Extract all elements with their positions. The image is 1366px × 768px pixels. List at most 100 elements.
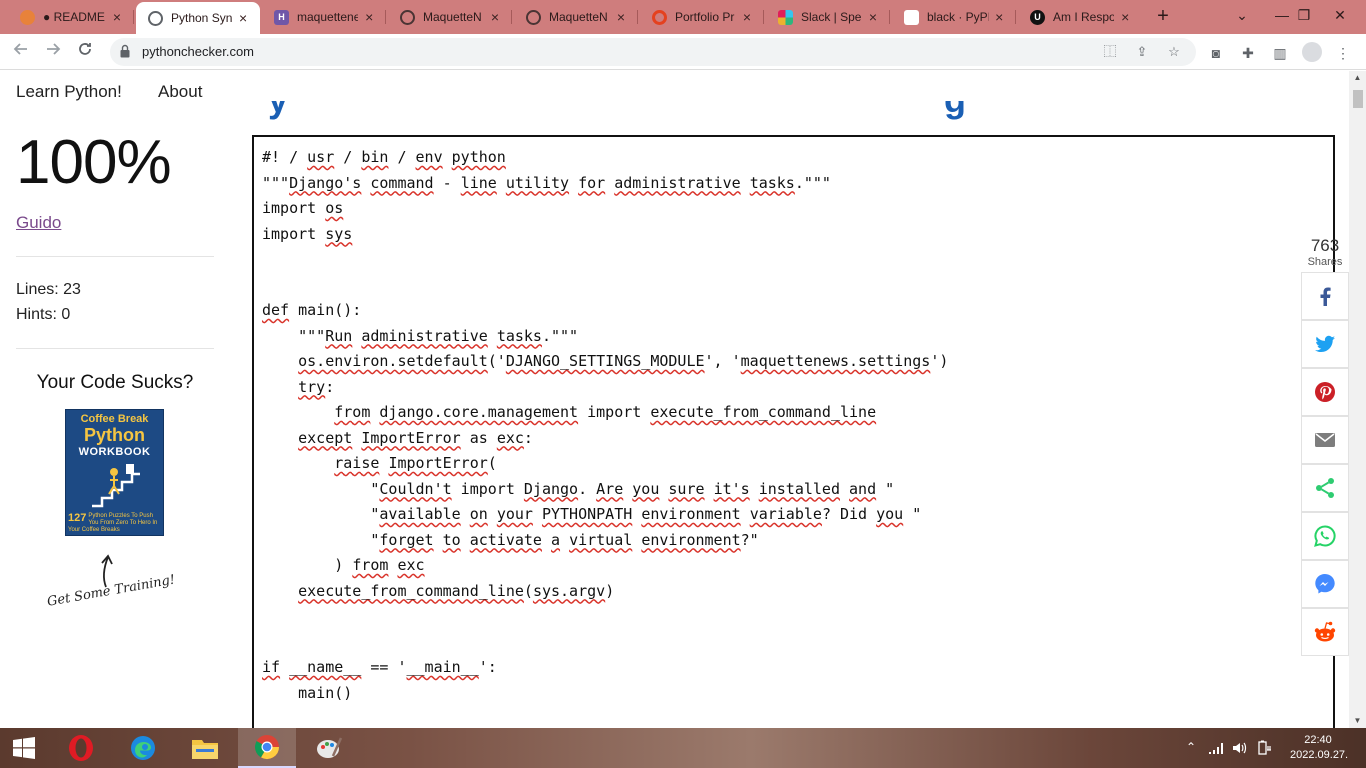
close-tab-icon[interactable]: × <box>236 10 250 26</box>
share-twitter-button[interactable] <box>1301 320 1349 368</box>
spellcheck-flagged-token: execute_from_command_line <box>650 403 877 421</box>
code-line: except ImportError as exc: <box>262 426 1333 452</box>
tab-search-button[interactable]: ⌄ <box>1222 0 1262 32</box>
paint-icon <box>317 737 343 758</box>
spellcheck-flagged-token: available <box>379 505 461 523</box>
tab-title: ● README <box>43 10 105 24</box>
code-token: : <box>325 377 335 396</box>
tab-pypi[interactable]: black · PyPI × <box>892 4 1016 30</box>
tab-title: MaquetteN <box>423 10 482 24</box>
battery-plug-icon[interactable] <box>1256 740 1272 756</box>
taskbar-clock[interactable]: 22:40 2022.09.27. <box>1290 733 1348 763</box>
share-messenger-button[interactable] <box>1301 560 1349 608</box>
close-tab-icon[interactable]: × <box>866 9 880 25</box>
code-token: - <box>433 173 461 192</box>
code-line: def main(): <box>262 298 1333 324</box>
address-bar[interactable]: pythonchecker.com ⿰ ⇪ ☆ <box>110 38 1196 66</box>
scroll-up-arrow-icon[interactable]: ▲ <box>1349 71 1366 85</box>
messenger-icon <box>1315 574 1335 594</box>
code-line: "available on your PYTHONPATH environmen… <box>262 502 1333 528</box>
code-token: """ <box>262 326 326 345</box>
code-token: ( <box>523 581 533 600</box>
volume-icon[interactable] <box>1232 741 1248 755</box>
taskbar-opera[interactable] <box>52 728 110 768</box>
close-window-button[interactable]: ✕ <box>1320 0 1360 32</box>
close-tab-icon[interactable]: × <box>614 9 628 25</box>
back-button[interactable] <box>10 41 32 63</box>
share-page-icon[interactable]: ⇪ <box>1134 44 1150 60</box>
media-control-icon[interactable]: ◙ <box>1207 44 1225 62</box>
share-generic-button[interactable] <box>1301 464 1349 512</box>
maximize-button[interactable]: ❐ <box>1284 0 1324 32</box>
close-tab-icon[interactable]: × <box>362 9 376 25</box>
author-link[interactable]: Guido <box>16 213 61 233</box>
spellcheck-flagged-token: tasks <box>496 326 542 345</box>
translate-icon[interactable]: ⿰ <box>1102 44 1118 60</box>
close-tab-icon[interactable]: × <box>1118 9 1132 25</box>
code-token: """ <box>262 173 290 192</box>
spellcheck-flagged-token: administrative <box>614 173 741 192</box>
spellcheck-flagged-token: you <box>876 505 904 523</box>
bookmark-star-icon[interactable]: ☆ <box>1166 44 1182 60</box>
share-whatsapp-button[interactable] <box>1301 512 1349 560</box>
amiresponsive-icon: U <box>1030 9 1045 25</box>
code-token: " <box>262 505 380 523</box>
tab-readme[interactable]: ● README × <box>8 4 134 30</box>
tab-python-syntax[interactable]: Python Syn × <box>136 2 260 34</box>
spellcheck-flagged-token: command <box>370 173 434 192</box>
taskbar-paint[interactable] <box>300 728 358 768</box>
code-token: .""" <box>541 326 579 345</box>
code-token: import <box>262 199 326 217</box>
nav-learn-python[interactable]: Learn Python! <box>16 82 122 102</box>
menu-kebab-icon[interactable]: ⋮ <box>1334 44 1352 62</box>
tab-portfolio[interactable]: Portfolio Pr × <box>640 4 764 30</box>
taskbar-chrome[interactable] <box>238 728 296 768</box>
tab-heroku[interactable]: H maquettene × <box>262 4 386 30</box>
close-tab-icon[interactable]: × <box>110 9 124 25</box>
book-title-line3: WORKBOOK <box>78 446 151 458</box>
new-tab-button[interactable]: + <box>1152 5 1174 27</box>
workbook-cover-image[interactable]: Coffee Break Python WORKBOOK 127 Python P… <box>65 409 164 536</box>
share-facebook-button[interactable] <box>1301 272 1349 320</box>
spellcheck-flagged-token: Are <box>596 479 624 498</box>
extensions-puzzle-icon[interactable]: ✚ <box>1239 44 1257 62</box>
nav-about[interactable]: About <box>158 82 202 102</box>
code-line: "Couldn't import Django. Are you sure it… <box>262 477 1333 503</box>
forward-button[interactable] <box>42 41 64 63</box>
profile-avatar-icon[interactable] <box>1302 42 1322 62</box>
code-editor[interactable]: #! / usr / bin / env python """Django's c… <box>252 135 1335 728</box>
tab-maquette-1[interactable]: MaquetteN × <box>388 4 512 30</box>
taskbar-file-explorer[interactable] <box>176 728 234 768</box>
code-token: " <box>903 505 922 523</box>
spellcheck-flagged-token: environment <box>641 505 741 523</box>
taskbar-edge[interactable] <box>114 728 172 768</box>
tab-slack[interactable]: Slack | Spe × <box>766 4 890 30</box>
scrollbar-thumb[interactable] <box>1353 90 1363 108</box>
spellcheck-flagged-token: variable <box>749 505 822 523</box>
network-signal-icon[interactable] <box>1208 741 1224 755</box>
share-email-button[interactable] <box>1301 416 1349 464</box>
tray-overflow-chevron-icon[interactable]: ⌃ <box>1186 740 1196 754</box>
reload-button[interactable] <box>74 41 96 63</box>
close-tab-icon[interactable]: × <box>740 9 754 25</box>
close-tab-icon[interactable]: × <box>488 9 502 25</box>
code-token: ?" <box>740 530 759 549</box>
code-line: ) from exc <box>262 553 1333 579</box>
book-title-line2: Python <box>84 425 145 445</box>
promo-title: Your Code Sucks? <box>36 372 194 393</box>
tab-maquette-2[interactable]: MaquetteN × <box>514 4 638 30</box>
share-pinterest-button[interactable] <box>1301 368 1349 416</box>
share-reddit-button[interactable] <box>1301 608 1349 656</box>
side-panel-icon[interactable]: ▥ <box>1271 44 1289 62</box>
close-tab-icon[interactable]: × <box>993 9 1006 25</box>
start-button[interactable] <box>0 728 48 768</box>
tab-amiresponsive[interactable]: U Am I Respo × <box>1018 4 1142 30</box>
page-scrollbar[interactable]: ▲ ▼ <box>1349 71 1366 728</box>
whatsapp-icon <box>1314 525 1336 547</box>
code-line: import os <box>262 196 1333 222</box>
scroll-down-arrow-icon[interactable]: ▼ <box>1349 714 1366 728</box>
